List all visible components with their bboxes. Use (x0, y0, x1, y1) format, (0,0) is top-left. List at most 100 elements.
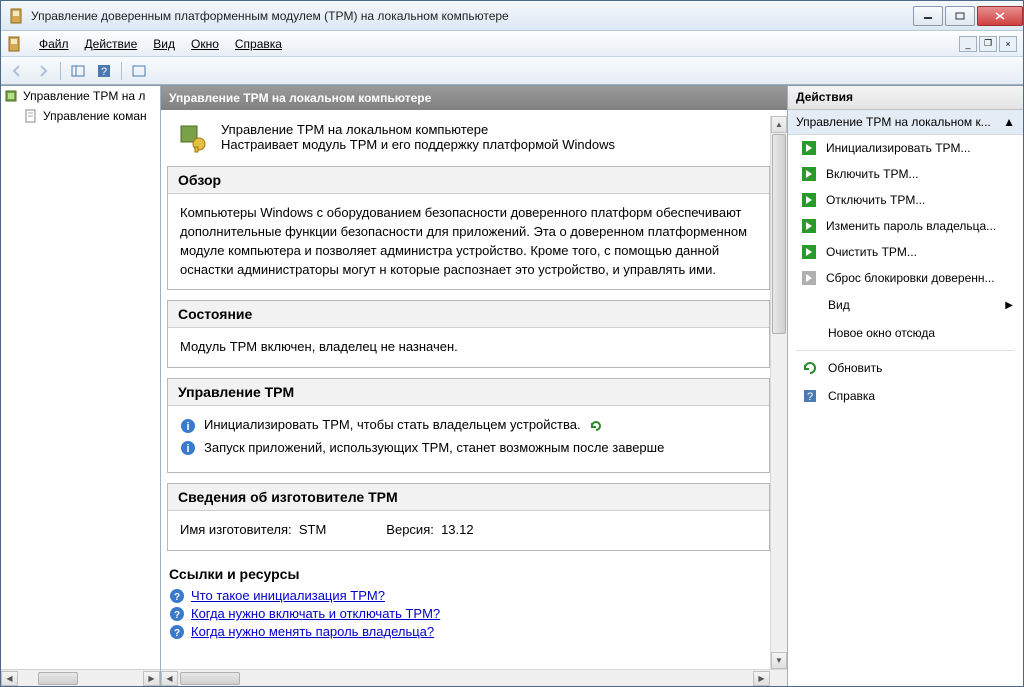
blank-icon (802, 297, 818, 313)
info-icon: i (180, 418, 196, 434)
menu-view[interactable]: Вид (145, 35, 183, 53)
action-reset-lockout[interactable]: Сброс блокировки доверенн... (788, 265, 1023, 291)
menu-action[interactable]: Действие (77, 35, 146, 53)
status-heading: Состояние (168, 301, 769, 328)
scroll-right-arrow[interactable]: ▶ (143, 671, 160, 686)
links-section: Ссылки и ресурсы ? Что такое инициализац… (167, 561, 770, 641)
help-icon: ? (169, 606, 185, 622)
arrow-right-icon (802, 141, 816, 155)
window-controls (911, 6, 1023, 26)
scroll-thumb[interactable] (180, 672, 240, 685)
overview-section: Обзор Компьютеры Windows с оборудованием… (167, 166, 770, 290)
mfr-name-value: STM (299, 522, 326, 537)
toolbar: ? (1, 57, 1023, 85)
menu-window[interactable]: Окно (183, 35, 227, 53)
toolbar-extra-button[interactable] (127, 60, 151, 82)
links-heading: Ссылки и ресурсы (167, 561, 770, 587)
maximize-button[interactable] (945, 6, 975, 26)
manage-item-2: i Запуск приложений, использующих TPM, с… (180, 439, 757, 458)
tpm-app-icon (9, 8, 25, 24)
center-panel: Управление TPM на локальном компьютере У… (161, 86, 787, 686)
center-hscrollbar[interactable]: ◀ ▶ (161, 669, 787, 686)
menubar: Файл Действие Вид Окно Справка _ ❐ × (1, 31, 1023, 57)
arrow-right-icon (802, 219, 816, 233)
svg-text:?: ? (807, 391, 813, 403)
link-row: ? Когда нужно менять пароль владельца? (167, 623, 770, 641)
scroll-right-arrow[interactable]: ▶ (753, 671, 770, 686)
action-help[interactable]: ? Справка (788, 382, 1023, 410)
arrow-right-icon (802, 167, 816, 181)
window-title: Управление доверенным платформенным моду… (31, 9, 911, 23)
back-button[interactable] (5, 60, 29, 82)
link-password[interactable]: Когда нужно менять пароль владельца? (191, 624, 434, 639)
intro-title: Управление TPM на локальном компьютере (221, 122, 615, 137)
action-view[interactable]: Вид ▶ (788, 291, 1023, 319)
manufacturer-section: Сведения об изготовителе TPM Имя изготов… (167, 483, 770, 551)
action-separator (796, 350, 1015, 351)
scroll-thumb[interactable] (772, 134, 786, 334)
tree-root[interactable]: Управление TPM на л (1, 86, 160, 106)
close-button[interactable] (977, 6, 1023, 26)
help-icon: ? (169, 624, 185, 640)
mmc-window: Управление доверенным платформенным моду… (0, 0, 1024, 687)
center-body: Управление TPM на локальном компьютере Н… (161, 110, 787, 669)
menu-help[interactable]: Справка (227, 35, 290, 53)
link-enable[interactable]: Когда нужно включать и отключать TPM? (191, 606, 440, 621)
mfr-version-label: Версия: (386, 522, 434, 537)
link-row: ? Что такое инициализация TPM? (167, 587, 770, 605)
mdi-close-button[interactable]: × (999, 36, 1017, 52)
forward-button[interactable] (31, 60, 55, 82)
manage-section: Управление TPM i Инициализировать TPM, ч… (167, 378, 770, 473)
tree-child-label: Управление коман (43, 109, 147, 123)
toolbar-separator (121, 62, 122, 80)
actions-subheader[interactable]: Управление TPM на локальном к... ▲ (788, 110, 1023, 135)
link-row: ? Когда нужно включать и отключать TPM? (167, 605, 770, 623)
tree-hscrollbar[interactable]: ◀ ▶ (1, 669, 160, 686)
mdi-minimize-button[interactable]: _ (959, 36, 977, 52)
svg-text:?: ? (174, 610, 180, 621)
mmc-icon (7, 36, 23, 52)
arrow-right-icon (802, 193, 816, 207)
document-icon (23, 108, 39, 124)
info-icon: i (180, 440, 196, 456)
link-init[interactable]: Что такое инициализация TPM? (191, 588, 385, 603)
tpm-key-icon (177, 122, 209, 154)
submenu-arrow-icon: ▶ (1005, 300, 1013, 311)
action-change-password[interactable]: Изменить пароль владельца... (788, 213, 1023, 239)
intro-row: Управление TPM на локальном компьютере Н… (167, 116, 770, 166)
svg-text:i: i (186, 421, 189, 433)
manufacturer-heading: Сведения об изготовителе TPM (168, 484, 769, 511)
tree-child[interactable]: Управление коман (1, 106, 160, 126)
actions-header: Действия (788, 86, 1023, 110)
scroll-down-arrow[interactable]: ▼ (771, 652, 787, 669)
mdi-restore-button[interactable]: ❐ (979, 36, 997, 52)
action-disable[interactable]: Отключить TPM... (788, 187, 1023, 213)
action-initialize[interactable]: Инициализировать TPM... (788, 135, 1023, 161)
action-clear[interactable]: Очистить TPM... (788, 239, 1023, 265)
action-refresh[interactable]: Обновить (788, 354, 1023, 382)
titlebar: Управление доверенным платформенным моду… (1, 1, 1023, 31)
actions-panel: Действия Управление TPM на локальном к..… (787, 86, 1023, 686)
scroll-up-arrow[interactable]: ▲ (771, 116, 787, 133)
scroll-thumb[interactable] (38, 672, 78, 685)
show-hide-tree-button[interactable] (66, 60, 90, 82)
arrow-right-icon (802, 245, 816, 259)
scroll-left-arrow[interactable]: ◀ (161, 671, 178, 686)
svg-text:?: ? (174, 628, 180, 639)
overview-heading: Обзор (168, 167, 769, 194)
refresh-icon (802, 360, 818, 376)
scroll-left-arrow[interactable]: ◀ (1, 671, 18, 686)
menu-file[interactable]: Файл (31, 35, 77, 53)
action-enable[interactable]: Включить TPM... (788, 161, 1023, 187)
intro-subtitle: Настраивает модуль TPM и его поддержку п… (221, 137, 615, 152)
overview-body: Компьютеры Windows с оборудованием безоп… (168, 194, 769, 289)
help-button[interactable]: ? (92, 60, 116, 82)
tree-panel: Управление TPM на л Управление коман ◀ ▶ (1, 86, 161, 686)
minimize-button[interactable] (913, 6, 943, 26)
svg-text:?: ? (174, 592, 180, 603)
svg-text:i: i (186, 443, 189, 455)
tree-root-label: Управление TPM на л (23, 89, 145, 103)
action-new-window[interactable]: Новое окно отсюда (788, 319, 1023, 347)
refresh-small-icon (589, 419, 603, 433)
center-vscrollbar[interactable]: ▲ ▼ (770, 116, 787, 669)
